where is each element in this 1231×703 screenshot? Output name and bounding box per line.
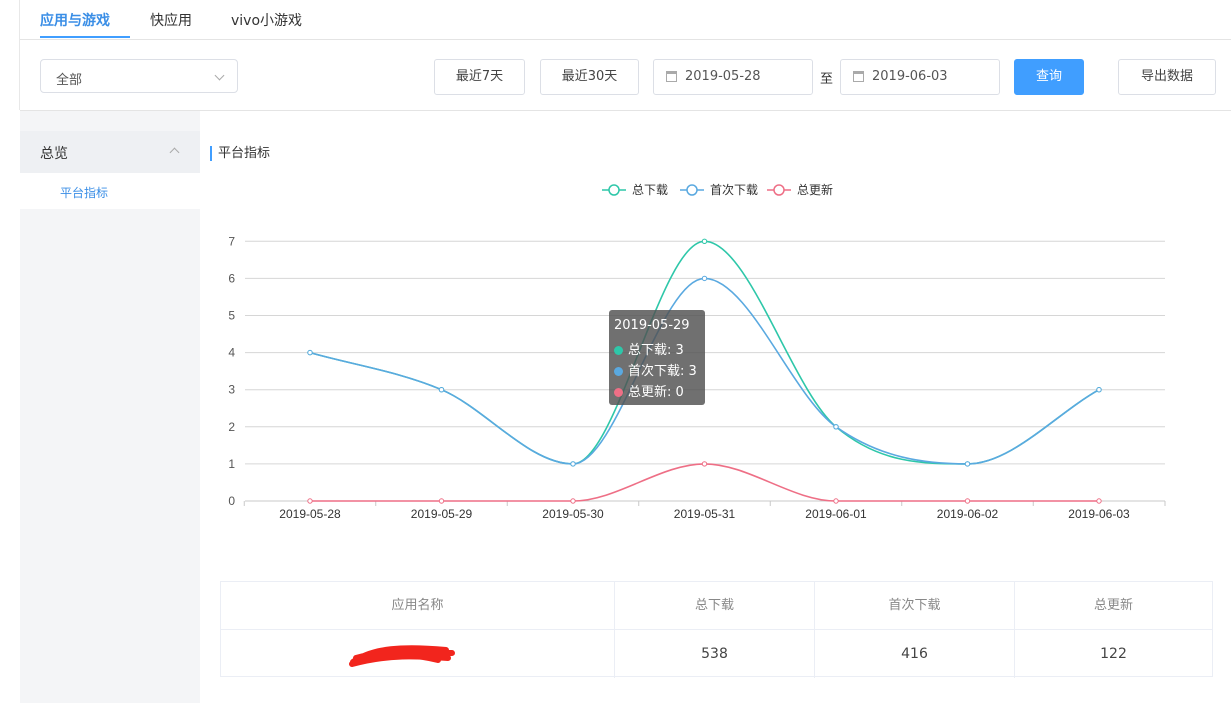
- end-date-value: 2019-06-03: [872, 69, 948, 84]
- x-tick-label: 2019-06-01: [805, 507, 867, 521]
- query-button[interactable]: 查询: [1014, 59, 1084, 95]
- tooltip-row-update: 总更新: 0: [614, 381, 684, 400]
- y-tick-label: 1: [228, 457, 235, 471]
- data-point: [964, 498, 971, 504]
- data-point: [570, 461, 576, 467]
- data-point: [307, 349, 313, 356]
- tooltip-row-text: 总更新: 0: [628, 385, 684, 400]
- tooltip-row-text: 总下载: 3: [628, 343, 684, 358]
- tooltip-row-first: 首次下载: 3: [614, 360, 697, 379]
- y-tick-label: 3: [228, 383, 235, 397]
- table-cell-total-downloads: 538: [615, 630, 815, 678]
- data-point: [701, 461, 708, 467]
- sidebar-item-platform-metrics[interactable]: 平台指标: [20, 173, 200, 209]
- legend-label: 总下载: [632, 183, 668, 197]
- start-date-input[interactable]: 2019-05-28: [653, 59, 813, 95]
- series-dot-icon: [614, 367, 623, 376]
- data-point: [307, 498, 313, 504]
- data-point: [964, 461, 971, 467]
- chevron-up-icon: [169, 147, 180, 158]
- x-tick-label: 2019-05-31: [674, 507, 736, 521]
- data-point: [701, 275, 708, 282]
- data-point: [833, 498, 839, 504]
- x-tick-label: 2019-06-03: [1068, 507, 1130, 521]
- x-tick-label: 2019-05-28: [279, 507, 341, 521]
- calendar-icon: [666, 71, 677, 82]
- end-date-input[interactable]: 2019-06-03: [840, 59, 1000, 95]
- tooltip-date: 2019-05-29: [614, 318, 690, 333]
- series-dot-icon: [614, 388, 623, 397]
- data-point: [438, 498, 445, 504]
- tab-quick-apps[interactable]: 快应用: [150, 10, 192, 30]
- y-tick-label: 6: [228, 271, 235, 285]
- table-header-total-updates: 总更新: [1015, 582, 1212, 630]
- tooltip-row-total: 总下载: 3: [614, 339, 684, 358]
- chevron-down-icon: [214, 70, 225, 81]
- sidebar-item-label: 平台指标: [60, 186, 109, 200]
- filter-toolbar: 全部 最近7天 最近30天 2019-05-28 至 2019-06-03 查询…: [20, 40, 1231, 111]
- x-tick-label: 2019-05-29: [411, 507, 473, 521]
- y-tick-label: 7: [228, 234, 235, 248]
- y-tick-label: 2: [228, 420, 235, 434]
- active-tab-indicator: [40, 36, 130, 38]
- table-header-app-name: 应用名称: [221, 582, 615, 630]
- legend-marker-icon: [686, 184, 698, 196]
- sidebar-group-label: 总览: [40, 146, 68, 162]
- tab-apps-games[interactable]: 应用与游戏: [40, 10, 110, 30]
- app-select-value: 全部: [56, 73, 83, 88]
- chart-tooltip: 2019-05-29 总下载: 3 首次下载: 3 总更新: 0: [609, 310, 705, 405]
- last-30-days-button[interactable]: 最近30天: [540, 59, 639, 95]
- table-header-total-downloads: 总下载: [615, 582, 815, 630]
- tab-vivo-minigames[interactable]: vivo小游戏: [231, 10, 302, 30]
- data-point: [1096, 498, 1102, 504]
- redaction-scribble: [349, 645, 455, 667]
- series-dot-icon: [614, 346, 623, 355]
- data-point: [438, 387, 445, 393]
- table-cell-total-updates: 122: [1100, 646, 1127, 662]
- calendar-icon: [853, 71, 864, 82]
- legend-label: 首次下载: [710, 183, 758, 197]
- date-range-separator: 至: [820, 72, 834, 87]
- x-tick-label: 2019-06-02: [937, 507, 999, 521]
- app-select[interactable]: 全部: [40, 59, 238, 93]
- y-tick-label: 5: [228, 309, 235, 323]
- legend-label: 总更新: [797, 182, 833, 197]
- export-data-button[interactable]: 导出数据: [1118, 59, 1216, 95]
- tooltip-row-text: 首次下载: 3: [628, 364, 697, 379]
- table-header-first-downloads: 首次下载: [815, 582, 1015, 630]
- section-title: 平台指标: [210, 146, 270, 161]
- sidebar: 总览 平台指标: [20, 111, 200, 703]
- table-cell-first-downloads: 416: [815, 630, 1015, 678]
- top-tabs: 应用与游戏 快应用 vivo小游戏: [20, 0, 1231, 40]
- sidebar-group-overview[interactable]: 总览: [20, 131, 200, 173]
- y-tick-label: 0: [228, 494, 235, 508]
- data-point: [701, 238, 708, 245]
- data-point: [833, 424, 839, 430]
- start-date-value: 2019-05-28: [685, 69, 761, 84]
- data-point: [570, 498, 576, 504]
- y-tick-label: 4: [228, 346, 235, 360]
- legend-marker-icon: [773, 184, 785, 196]
- legend-marker-icon: [608, 184, 620, 196]
- series-line: [310, 463, 1099, 502]
- data-point: [1096, 387, 1102, 393]
- x-tick-label: 2019-05-30: [542, 507, 604, 521]
- last-7-days-button[interactable]: 最近7天: [434, 59, 525, 95]
